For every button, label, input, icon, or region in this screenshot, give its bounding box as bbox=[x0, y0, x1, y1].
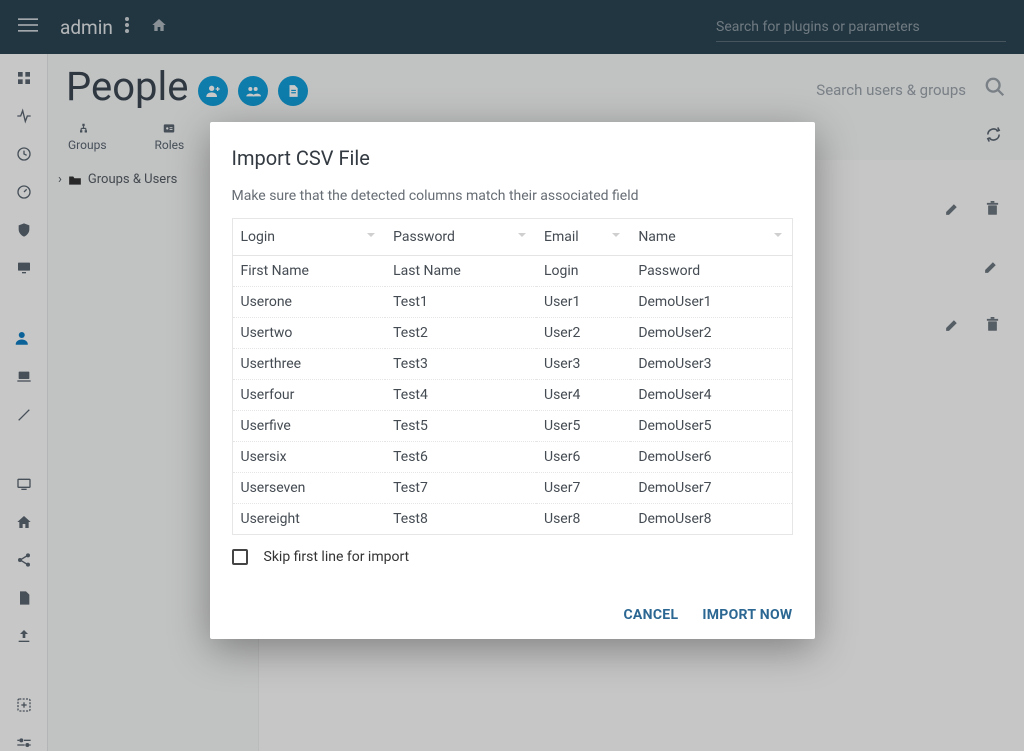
dropdown-icon bbox=[367, 233, 375, 237]
table-row: UsereightTest8User8DemoUser8 bbox=[232, 504, 792, 535]
table-row: UsersevenTest7User7DemoUser7 bbox=[232, 473, 792, 504]
table-cell: Test3 bbox=[385, 349, 536, 380]
table-cell: Usertwo bbox=[232, 318, 385, 349]
table-cell: Userseven bbox=[232, 473, 385, 504]
table-cell: First Name bbox=[232, 256, 385, 287]
table-cell: Test5 bbox=[385, 411, 536, 442]
table-cell: Test2 bbox=[385, 318, 536, 349]
table-cell: Test8 bbox=[385, 504, 536, 535]
table-row: UserfiveTest5User5DemoUser5 bbox=[232, 411, 792, 442]
table-row: UsersixTest6User6DemoUser6 bbox=[232, 442, 792, 473]
table-row: First NameLast NameLoginPassword bbox=[232, 256, 792, 287]
column-header[interactable]: Password bbox=[385, 219, 536, 256]
table-cell: Userfive bbox=[232, 411, 385, 442]
dropdown-icon bbox=[612, 233, 620, 237]
table-cell: DemoUser8 bbox=[630, 504, 792, 535]
column-header[interactable]: Name bbox=[630, 219, 792, 256]
table-row: UsertwoTest2User2DemoUser2 bbox=[232, 318, 792, 349]
table-cell: Userthree bbox=[232, 349, 385, 380]
table-cell: Test7 bbox=[385, 473, 536, 504]
table-cell: DemoUser6 bbox=[630, 442, 792, 473]
table-cell: Usereight bbox=[232, 504, 385, 535]
table-cell: DemoUser7 bbox=[630, 473, 792, 504]
table-cell: Password bbox=[630, 256, 792, 287]
table-cell: DemoUser1 bbox=[630, 287, 792, 318]
dialog-title: Import CSV File bbox=[232, 146, 793, 170]
table-cell: DemoUser4 bbox=[630, 380, 792, 411]
table-cell: Last Name bbox=[385, 256, 536, 287]
dropdown-icon bbox=[774, 233, 782, 237]
column-header[interactable]: Email bbox=[536, 219, 630, 256]
table-row: UserthreeTest3User3DemoUser3 bbox=[232, 349, 792, 380]
skip-first-line-label: Skip first line for import bbox=[264, 549, 410, 565]
table-cell: User7 bbox=[536, 473, 630, 504]
modal-overlay[interactable]: Import CSV File Make sure that the detec… bbox=[0, 0, 1024, 751]
dialog-subtitle: Make sure that the detected columns matc… bbox=[232, 188, 793, 204]
skip-first-line-checkbox[interactable] bbox=[232, 549, 248, 565]
table-cell: Userone bbox=[232, 287, 385, 318]
table-cell: User2 bbox=[536, 318, 630, 349]
table-cell: Test6 bbox=[385, 442, 536, 473]
table-cell: User5 bbox=[536, 411, 630, 442]
column-header[interactable]: Login bbox=[232, 219, 385, 256]
table-cell: Test4 bbox=[385, 380, 536, 411]
table-cell: User4 bbox=[536, 380, 630, 411]
table-cell: Test1 bbox=[385, 287, 536, 318]
table-cell: Userfour bbox=[232, 380, 385, 411]
csv-table: LoginPasswordEmailName First NameLast Na… bbox=[232, 218, 793, 535]
table-cell: DemoUser2 bbox=[630, 318, 792, 349]
import-dialog: Import CSV File Make sure that the detec… bbox=[210, 122, 815, 639]
dropdown-icon bbox=[518, 233, 526, 237]
cancel-button[interactable]: CANCEL bbox=[623, 607, 678, 623]
table-cell: DemoUser3 bbox=[630, 349, 792, 380]
table-row: UserfourTest4User4DemoUser4 bbox=[232, 380, 792, 411]
table-cell: DemoUser5 bbox=[630, 411, 792, 442]
table-row: UseroneTest1User1DemoUser1 bbox=[232, 287, 792, 318]
table-cell: User3 bbox=[536, 349, 630, 380]
import-now-button[interactable]: IMPORT NOW bbox=[702, 607, 792, 623]
table-cell: Usersix bbox=[232, 442, 385, 473]
table-cell: User6 bbox=[536, 442, 630, 473]
table-cell: User8 bbox=[536, 504, 630, 535]
table-cell: Login bbox=[536, 256, 630, 287]
table-cell: User1 bbox=[536, 287, 630, 318]
